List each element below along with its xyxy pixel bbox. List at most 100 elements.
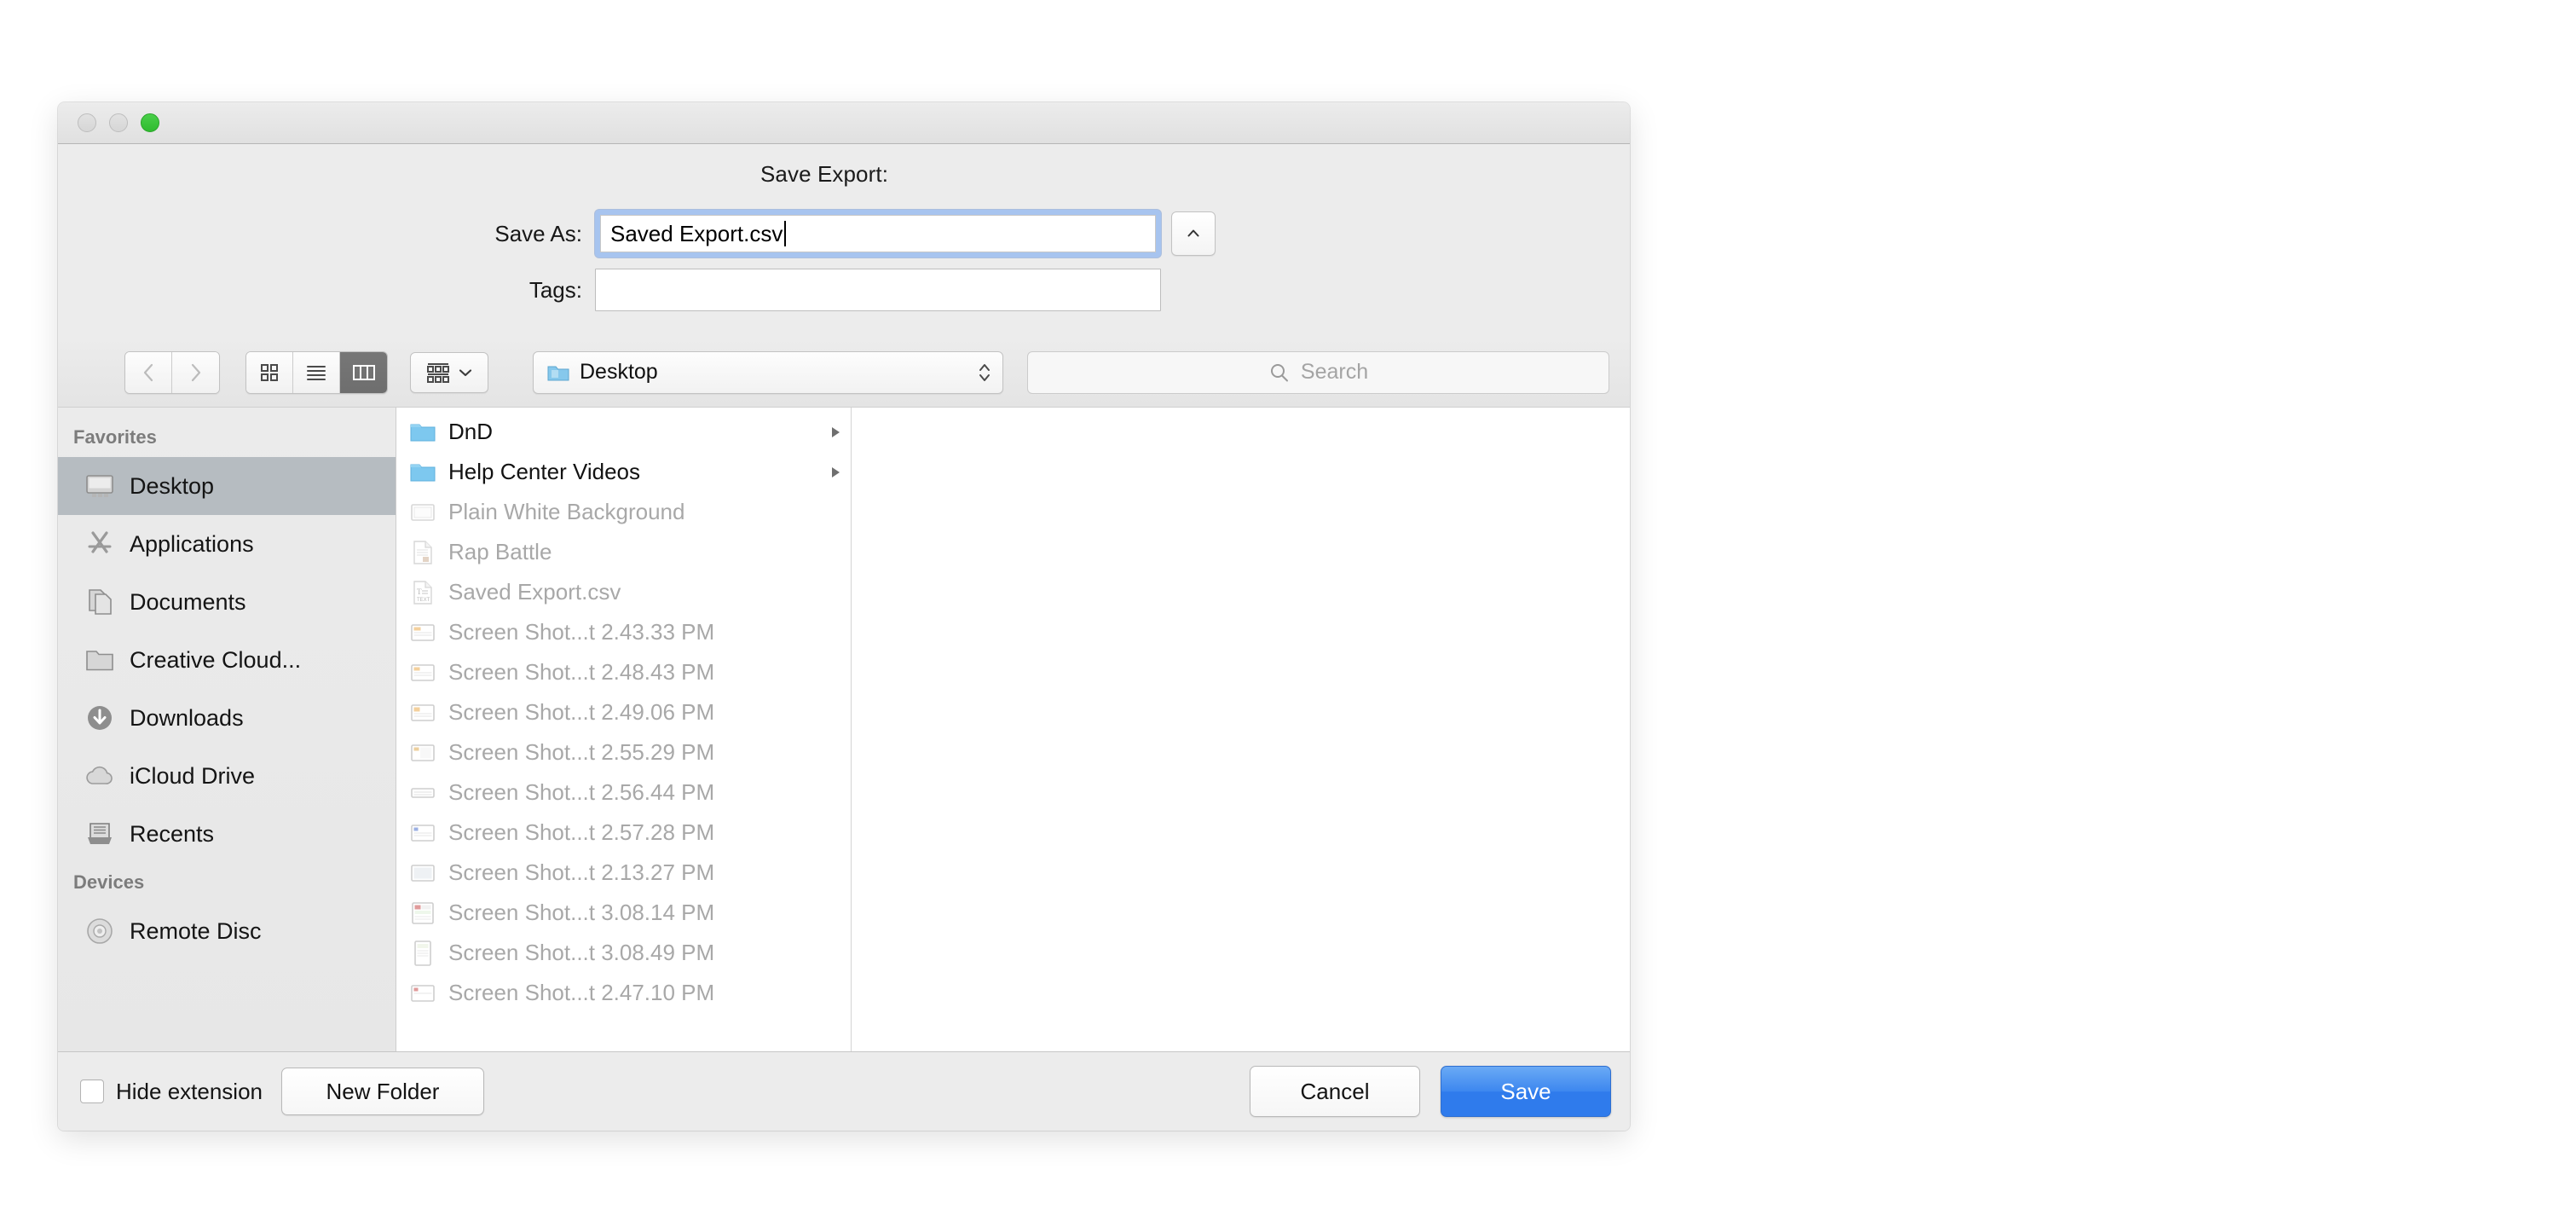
screenshot-file-icon [408,981,437,1006]
file-name: Screen Shot...t 2.55.29 PM [448,739,715,765]
navigation-segmented-control [124,350,220,394]
tags-label: Tags: [528,276,582,303]
applications-icon [84,528,116,560]
text-file-icon: T TEXT [408,580,437,605]
file-name: Screen Shot...t 3.08.14 PM [448,900,715,925]
file-row: Rap Battle [396,532,851,572]
desktop-icon [84,470,116,502]
browser-body: Favorites Desktop Applications Documents… [58,408,1630,1052]
column-view-button[interactable] [340,351,387,393]
forward-button[interactable] [172,351,219,393]
file-name: Rap Battle [448,539,552,564]
new-folder-button[interactable]: New Folder [281,1068,484,1115]
save-as-input-value: Saved Export.csv [610,220,783,246]
sidebar-item-documents[interactable]: Documents [58,573,396,631]
screenshot-file-icon [408,940,437,966]
chevron-up-icon [1187,229,1199,237]
svg-text:T: T [417,587,422,596]
save-form-area: Save Export: Save As: Saved Export.csv T… [58,144,1630,338]
disclosure-triangle-icon[interactable] [829,465,842,480]
view-mode-segmented-control [245,350,388,394]
file-row[interactable]: DnD [396,412,851,452]
file-name: Screen Shot...t 3.08.49 PM [448,940,715,965]
document-file-icon [408,540,437,565]
tags-input[interactable] [595,269,1161,311]
cancel-button[interactable]: Cancel [1250,1066,1420,1117]
sidebar-item-downloads[interactable]: Downloads [58,689,396,747]
documents-icon [84,586,116,618]
save-as-input[interactable]: Saved Export.csv [600,215,1156,252]
sidebar-item-recents[interactable]: Recents [58,805,396,863]
svg-text:TEXT: TEXT [417,598,430,603]
sidebar-item-label: iCloud Drive [130,762,256,789]
folder-icon [547,366,569,380]
close-button[interactable] [78,113,96,132]
hide-extension-checkbox[interactable] [80,1079,104,1103]
file-name: DnD [448,419,494,444]
path-popup-button[interactable]: Desktop [533,350,1003,394]
sidebar-item-creative-cloud[interactable]: Creative Cloud... [58,631,396,689]
group-items-button[interactable] [410,351,488,393]
file-row[interactable]: Help Center Videos [396,452,851,492]
list-view-icon [307,365,326,380]
file-row: T TEXT Saved Export.csv [396,572,851,612]
screenshot-file-icon [408,740,437,766]
folder-icon [84,644,116,676]
sidebar-item-applications[interactable]: Applications [58,515,396,573]
save-export-dialog: Save Export: Save As: Saved Export.csv T… [58,102,1630,1131]
browser-toolbar: Desktop Search [58,338,1630,408]
traffic-lights [78,113,159,132]
sidebar-item-remote-disc[interactable]: Remote Disc [58,902,396,960]
expand-browser-button[interactable] [1171,211,1216,256]
list-view-button[interactable] [293,351,340,393]
icon-view-button[interactable] [246,351,293,393]
chevron-down-icon [459,368,472,376]
file-row: Screen Shot...t 3.08.49 PM [396,933,851,973]
sidebar-item-label: Creative Cloud... [130,646,302,673]
sidebar-item-label: Remote Disc [130,917,262,944]
file-row: Screen Shot...t 3.08.14 PM [396,893,851,933]
file-name: Screen Shot...t 2.57.28 PM [448,819,715,845]
chevron-right-icon [191,363,200,381]
grid-view-icon [261,363,278,381]
sidebar-section-header-favorites: Favorites [73,426,157,448]
search-placeholder: Search [1300,360,1369,384]
sidebar-item-label: Desktop [130,472,215,499]
file-row: Screen Shot...t 2.49.06 PM [396,692,851,732]
file-row: Screen Shot...t 2.43.33 PM [396,612,851,652]
minimize-button[interactable] [109,113,128,132]
screenshot-file-icon [408,620,437,645]
screenshot-file-icon [408,820,437,846]
file-row: Screen Shot...t 2.47.10 PM [396,973,851,1013]
file-name: Screen Shot...t 2.49.06 PM [448,699,715,725]
optical-disc-icon [84,915,116,947]
file-name: Screen Shot...t 2.56.44 PM [448,779,715,805]
file-name: Screen Shot...t 2.13.27 PM [448,859,715,885]
file-column-secondary [852,408,1630,1051]
file-name: Screen Shot...t 2.48.43 PM [448,659,715,685]
column-view-icon [352,364,375,380]
back-button[interactable] [125,351,172,393]
screenshot-file-icon [408,700,437,726]
file-name: Screen Shot...t 2.47.10 PM [448,980,715,1005]
sidebar-item-label: Downloads [130,704,244,731]
sidebar-item-icloud-drive[interactable]: iCloud Drive [58,747,396,805]
dialog-bottom-bar: Hide extension New Folder Cancel Save [58,1052,1630,1131]
save-button[interactable]: Save [1441,1066,1611,1117]
disclosure-triangle-icon[interactable] [829,425,842,440]
screenshot-file-icon [408,860,437,886]
cloud-icon [84,760,116,792]
dialog-title: Save Export: [760,161,889,187]
file-row: Screen Shot...t 2.57.28 PM [396,813,851,853]
search-icon [1270,363,1288,381]
up-down-stepper-icon [979,363,990,381]
column-browser: DnD Help Center Videos Plain White Backg… [396,408,1630,1051]
search-input[interactable]: Search [1027,350,1609,394]
screen-background: Save Export: Save As: Saved Export.csv T… [0,0,2576,1221]
save-as-label: Save As: [494,220,582,246]
sidebar-item-desktop[interactable]: Desktop [58,457,396,515]
zoom-button[interactable] [141,113,159,132]
image-file-icon [408,500,437,525]
file-name: Screen Shot...t 2.43.33 PM [448,619,715,645]
file-row: Screen Shot...t 2.56.44 PM [396,773,851,813]
